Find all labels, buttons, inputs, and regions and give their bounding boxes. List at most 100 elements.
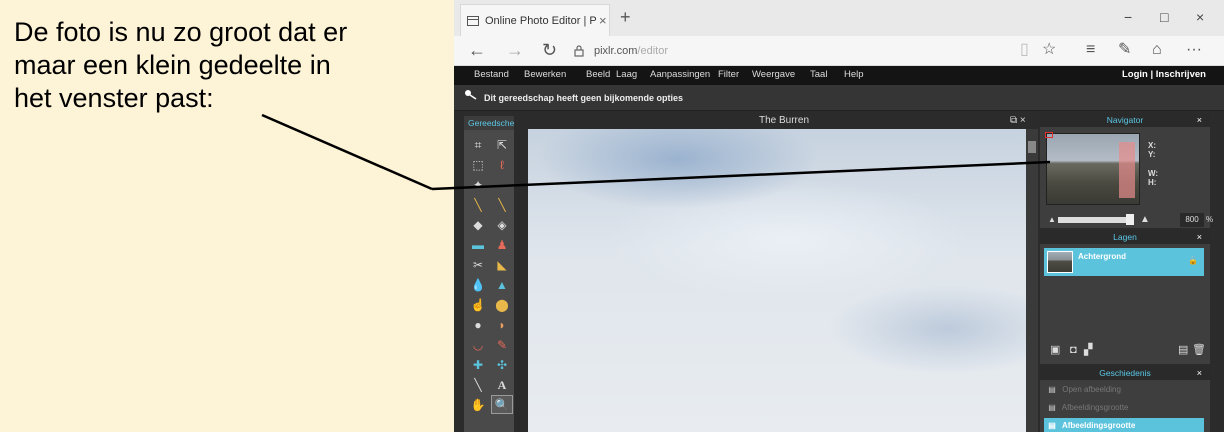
zoom-out-icon[interactable]: ▲: [1048, 215, 1056, 224]
blur-icon[interactable]: 💧: [468, 276, 488, 293]
burn-icon[interactable]: ◗: [492, 316, 512, 333]
navigator-w-label: W:: [1148, 169, 1159, 178]
document-title: The Burren: [758, 115, 810, 126]
clone-stamp-icon[interactable]: ♟: [492, 236, 512, 253]
pencil-icon[interactable]: ╲: [468, 196, 488, 213]
back-icon[interactable]: ←: [468, 41, 486, 59]
new-tab-icon[interactable]: +: [620, 8, 631, 26]
hand-icon[interactable]: ✋: [468, 396, 488, 413]
drawing-icon[interactable]: ◣: [492, 256, 512, 273]
crop-icon[interactable]: ⌗: [468, 136, 488, 153]
menu-taal[interactable]: Taal: [810, 69, 827, 80]
smudge-icon[interactable]: ☝: [468, 296, 488, 313]
history-header: Geschiedenis ×: [1040, 366, 1210, 380]
share-icon[interactable]: ⌂: [1152, 42, 1162, 58]
lock-icon[interactable]: 🔒: [1188, 256, 1198, 265]
sponge-icon[interactable]: ⬤: [492, 296, 512, 313]
document-window-controls[interactable]: ⧉ ×: [1010, 113, 1026, 129]
paint-bucket-icon[interactable]: ◈: [492, 216, 512, 233]
layer-settings-icon[interactable]: ▣: [1050, 344, 1060, 356]
layer-mask-icon[interactable]: ◘: [1070, 344, 1077, 356]
pinch-icon[interactable]: ✣: [492, 356, 512, 373]
history-item[interactable]: ▤ Afbeeldingsgrootte: [1044, 400, 1204, 416]
tool-options-bar: Dit gereedschap heeft geen bijkomende op…: [454, 85, 1224, 111]
zoom-slider-handle[interactable]: [1126, 214, 1134, 225]
navigator-thumbnail[interactable]: [1045, 132, 1140, 205]
annotation-text: De foto is nu zo groot dat er maar een k…: [14, 16, 454, 115]
tools-panel: Gereedsche ⌗ ⇱ ⬚ ℓ ✦ ╲ ╲ ◆ ◈ ▬ ♟ ✂ ◣ 💧 ▲…: [464, 116, 514, 432]
maximize-icon[interactable]: □: [1160, 10, 1168, 24]
url-path: /editor: [637, 45, 668, 57]
new-layer-icon[interactable]: ▤: [1178, 344, 1188, 356]
login-link[interactable]: Login | Inschrijven: [1122, 69, 1206, 80]
move-icon[interactable]: ⇱: [492, 136, 512, 153]
tab-page-icon: [467, 15, 479, 26]
canvas-scrollbar[interactable]: [1026, 129, 1038, 432]
layer-style-icon[interactable]: ▞: [1084, 344, 1092, 356]
navigator-h-label: H:: [1148, 178, 1157, 187]
menu-filter[interactable]: Filter: [718, 69, 739, 80]
menu-bestand[interactable]: Bestand: [474, 69, 509, 80]
history-item[interactable]: ▤ Open afbeelding: [1044, 382, 1204, 398]
annotation-line-1: De foto is nu zo groot dat er: [14, 17, 348, 47]
url-field[interactable]: pixlr.com/editor: [594, 45, 668, 57]
layer-item[interactable]: Achtergrond 🔒: [1044, 248, 1204, 276]
zoom-slider-track[interactable]: [1058, 217, 1126, 223]
menu-laag[interactable]: Laag: [616, 69, 637, 80]
lasso-icon[interactable]: ℓ: [492, 156, 512, 173]
bloat-icon[interactable]: ✚: [468, 356, 488, 373]
menu-weergave[interactable]: Weergave: [752, 69, 795, 80]
web-note-icon[interactable]: ✎: [1118, 42, 1131, 58]
red-eye-icon[interactable]: ◡: [468, 336, 488, 353]
history-panel: Geschiedenis × ▤ Open afbeelding ▤ Afbee…: [1040, 366, 1210, 432]
reading-view-icon[interactable]: ▯: [1020, 42, 1029, 58]
tab-close-icon[interactable]: ×: [599, 13, 607, 28]
app-menu-bar: Bestand Bewerken Beeld Laag Aanpassingen…: [454, 66, 1224, 85]
more-icon[interactable]: ···: [1186, 42, 1202, 58]
type-icon[interactable]: A: [492, 376, 512, 393]
refresh-icon[interactable]: ↻: [542, 41, 557, 59]
navigator-x-label: X:: [1148, 141, 1156, 150]
color-replace-icon[interactable]: ✂: [468, 256, 488, 273]
layers-title: Lagen: [1113, 232, 1137, 242]
menu-beeld[interactable]: Beeld: [586, 69, 610, 80]
layers-close-icon[interactable]: ×: [1197, 230, 1202, 244]
browser-tab[interactable]: Online Photo Editor | Pi: ×: [460, 4, 610, 36]
forward-icon[interactable]: →: [506, 41, 524, 59]
delete-layer-icon[interactable]: 🗑: [1192, 344, 1206, 356]
hand-tool-icon: [464, 89, 478, 106]
browser-window: Online Photo Editor | Pi: × + − □ × ← → …: [454, 0, 1224, 432]
image-canvas[interactable]: [528, 129, 1026, 432]
zoom-value-field[interactable]: 800: [1180, 213, 1204, 227]
history-item-active[interactable]: ▤ Afbeeldingsgrootte: [1044, 418, 1204, 432]
zoom-icon[interactable]: 🔍: [491, 395, 513, 414]
color-picker-icon[interactable]: ╲: [468, 376, 488, 393]
marquee-icon[interactable]: ⬚: [468, 156, 488, 173]
zoom-in-icon[interactable]: ▲: [1140, 214, 1150, 225]
navigator-view-marker: [1045, 132, 1053, 138]
layers-panel: Lagen × Achtergrond 🔒 ▣ ◘ ▞ ▤ 🗑: [1040, 230, 1210, 364]
close-window-icon[interactable]: ×: [1196, 10, 1204, 24]
tool-options-text: Dit gereedschap heeft geen bijkomende op…: [484, 93, 684, 103]
gradient-icon[interactable]: ▬: [468, 236, 488, 253]
navigator-close-icon[interactable]: ×: [1197, 113, 1202, 127]
spot-heal-icon[interactable]: ✎: [492, 336, 512, 353]
menu-bewerken[interactable]: Bewerken: [524, 69, 566, 80]
menu-help[interactable]: Help: [844, 69, 864, 80]
favorite-icon[interactable]: ☆: [1042, 42, 1056, 58]
sharpen-icon[interactable]: ▲: [492, 276, 512, 293]
hub-icon[interactable]: ≡: [1086, 42, 1095, 58]
magic-wand-icon[interactable]: ✦: [468, 176, 488, 193]
navigator-title: Navigator: [1106, 115, 1144, 125]
eraser-icon[interactable]: ◆: [468, 216, 488, 233]
minimize-icon[interactable]: −: [1124, 10, 1132, 24]
history-close-icon[interactable]: ×: [1197, 366, 1202, 380]
history-item-icon: ▤: [1048, 385, 1056, 394]
history-item-icon: ▤: [1048, 421, 1056, 430]
dodge-icon[interactable]: ●: [468, 316, 488, 333]
scrollbar-thumb[interactable]: [1028, 141, 1036, 153]
navigator-viewport[interactable]: [1119, 142, 1135, 198]
brush-icon[interactable]: ╲: [492, 196, 512, 213]
menu-aanpassingen[interactable]: Aanpassingen: [650, 69, 710, 80]
history-item-icon: ▤: [1048, 403, 1056, 412]
